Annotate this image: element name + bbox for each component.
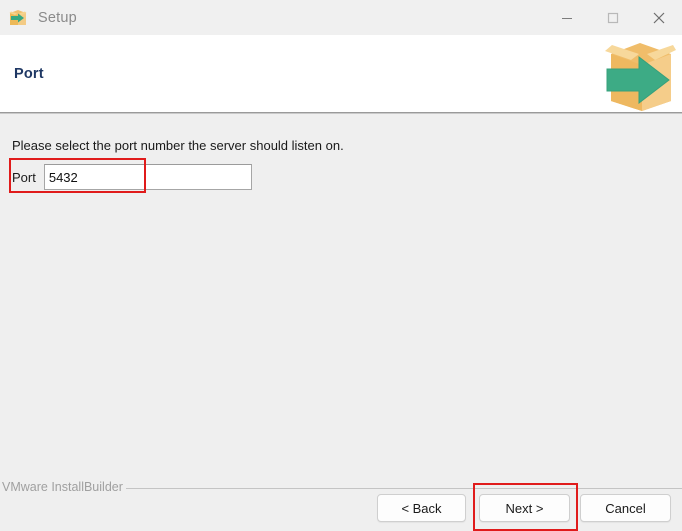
- instruction-text: Please select the port number the server…: [12, 138, 344, 153]
- minimize-button[interactable]: [544, 0, 590, 35]
- page-title: Port: [14, 66, 44, 82]
- brand-label: VMware InstallBuilder: [2, 480, 123, 494]
- footer-divider: [126, 488, 682, 489]
- title-bar: Setup: [0, 0, 682, 35]
- port-label: Port: [12, 169, 36, 185]
- maximize-button[interactable]: [590, 0, 636, 35]
- installer-box-arrow-icon: [8, 8, 28, 28]
- page-header: Port: [0, 35, 682, 113]
- cancel-button[interactable]: Cancel: [580, 494, 671, 522]
- port-input[interactable]: [43, 164, 252, 190]
- port-field-row: Port: [12, 164, 252, 190]
- wizard-buttons: < Back Next > Cancel: [0, 494, 682, 524]
- setup-wizard-window: Setup Port Please select the port number…: [0, 0, 682, 531]
- installer-box-arrow-graphic: [595, 37, 677, 113]
- back-button[interactable]: < Back: [377, 494, 466, 522]
- window-title: Setup: [38, 9, 77, 26]
- footer-bar: VMware InstallBuilder < Back Next > Canc…: [0, 477, 682, 531]
- window-controls: [544, 0, 682, 35]
- next-button[interactable]: Next >: [479, 494, 570, 522]
- close-button[interactable]: [636, 0, 682, 35]
- main-content: Please select the port number the server…: [0, 114, 682, 477]
